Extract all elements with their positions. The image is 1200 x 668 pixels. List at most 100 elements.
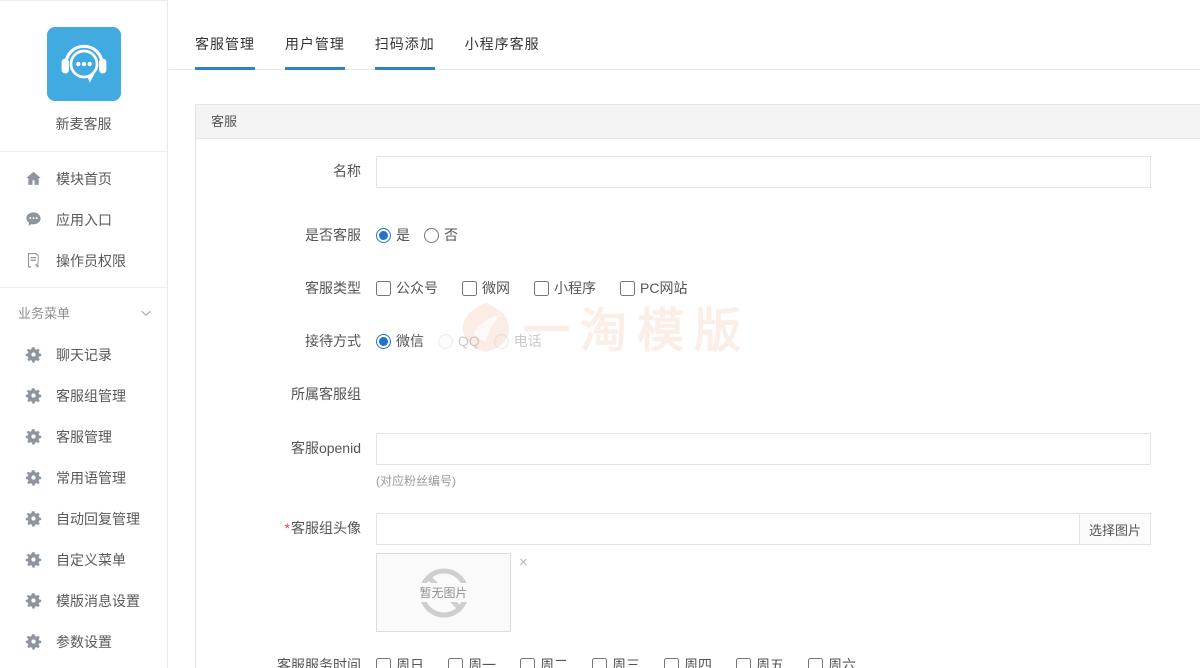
- sidebar-top-nav: 模块首页 应用入口 操作员权限: [0, 152, 167, 288]
- time-option-thursday[interactable]: 周四: [664, 655, 712, 668]
- openid-hint: (对应粉丝编号): [376, 472, 1200, 489]
- sidebar-item-operator-permissions[interactable]: 操作员权限: [0, 240, 167, 281]
- checkbox-miniprogram[interactable]: [534, 281, 549, 296]
- radio-no[interactable]: [424, 228, 439, 243]
- sidebar-item-fans-mgmt[interactable]: 粉丝管理: [0, 662, 167, 668]
- sidebar-item-common-phrases[interactable]: 常用语管理: [0, 457, 167, 498]
- sidebar-business-menu: 聊天记录 客服组管理 客服管理 常用语管理 自动回复管理 自定义菜单 模版消息设…: [0, 330, 167, 668]
- checkbox-pc-website[interactable]: [620, 281, 635, 296]
- sidebar-item-service-mgmt[interactable]: 客服管理: [0, 416, 167, 457]
- service-panel: 客服 名称 是否客服 是 否: [195, 104, 1200, 668]
- is-service-label: 是否客服: [196, 220, 376, 250]
- sidebar-item-label: 客服管理: [56, 427, 112, 447]
- gear-icon: [24, 550, 43, 569]
- checkbox-thursday[interactable]: [664, 658, 679, 668]
- type-option-microsite[interactable]: 微网: [462, 278, 510, 298]
- name-label: 名称: [196, 156, 376, 188]
- sidebar-section-label: 业务菜单: [18, 303, 70, 322]
- sidebar-item-template-message[interactable]: 模版消息设置: [0, 580, 167, 621]
- openid-label: 客服openid: [196, 433, 376, 489]
- avatar-label: *客服组头像: [196, 513, 376, 632]
- sidebar-item-service-group-mgmt[interactable]: 客服组管理: [0, 375, 167, 416]
- time-option-tuesday[interactable]: 周二: [520, 655, 568, 668]
- avatar-url-input[interactable]: [376, 513, 1079, 545]
- type-option-miniprogram[interactable]: 小程序: [534, 278, 596, 298]
- gear-icon: [24, 632, 43, 651]
- sidebar-item-custom-menu[interactable]: 自定义菜单: [0, 539, 167, 580]
- sidebar-item-label: 应用入口: [56, 210, 112, 230]
- service-type-label: 客服类型: [196, 273, 376, 303]
- gear-icon: [24, 468, 43, 487]
- checkbox-wednesday[interactable]: [592, 658, 607, 668]
- checkbox-saturday[interactable]: [808, 658, 823, 668]
- reception-option-wechat[interactable]: 微信: [376, 331, 424, 351]
- type-option-official-account[interactable]: 公众号: [376, 278, 438, 298]
- service-group-empty: [376, 379, 1200, 409]
- sidebar-item-label: 模块首页: [56, 169, 112, 189]
- sidebar-item-parameter-settings[interactable]: 参数设置: [0, 621, 167, 662]
- reception-mode-label: 接待方式: [196, 326, 376, 356]
- time-option-sunday[interactable]: 周日: [376, 655, 424, 668]
- reception-option-phone[interactable]: 电话: [494, 331, 542, 351]
- headset-chat-icon: [59, 39, 109, 89]
- form-row-reception-mode: 接待方式 微信 QQ 电话: [196, 326, 1200, 356]
- time-option-monday[interactable]: 周一: [448, 655, 496, 668]
- sidebar-item-module-home[interactable]: 模块首页: [0, 158, 167, 199]
- checkbox-tuesday[interactable]: [520, 658, 535, 668]
- sidebar-item-label: 参数设置: [56, 632, 112, 652]
- form-row-service-group: 所属客服组: [196, 379, 1200, 409]
- gear-icon: [24, 345, 43, 364]
- checkbox-microsite[interactable]: [462, 281, 477, 296]
- tab-miniprogram-service[interactable]: 小程序客服: [465, 34, 540, 70]
- service-time-label: 客服服务时间: [196, 650, 376, 668]
- sidebar-item-label: 常用语管理: [56, 468, 126, 488]
- tab-service-mgmt[interactable]: 客服管理: [195, 34, 255, 70]
- no-image-text: 暂无图片: [417, 583, 469, 602]
- openid-input[interactable]: [376, 433, 1151, 465]
- name-input[interactable]: [376, 156, 1151, 188]
- checkbox-friday[interactable]: [736, 658, 751, 668]
- required-asterisk: *: [285, 520, 290, 536]
- main-content: 客服管理 用户管理 扫码添加 小程序客服 客服 名称 是否客服 是: [169, 0, 1200, 668]
- sidebar-item-label: 自定义菜单: [56, 550, 126, 570]
- is-service-option-no[interactable]: 否: [424, 225, 458, 245]
- tab-bar: 客服管理 用户管理 扫码添加 小程序客服: [169, 0, 1200, 70]
- no-image-placeholder: 暂无图片: [376, 553, 511, 632]
- sidebar-item-auto-reply[interactable]: 自动回复管理: [0, 498, 167, 539]
- radio-yes[interactable]: [376, 228, 391, 243]
- sidebar-item-chat-history[interactable]: 聊天记录: [0, 334, 167, 375]
- form-row-is-service: 是否客服 是 否: [196, 220, 1200, 250]
- home-icon: [24, 169, 43, 188]
- reception-option-qq[interactable]: QQ: [438, 333, 480, 349]
- is-service-option-yes[interactable]: 是: [376, 225, 410, 245]
- remove-image-icon[interactable]: ×: [519, 555, 528, 570]
- time-option-wednesday[interactable]: 周三: [592, 655, 640, 668]
- service-group-label: 所属客服组: [196, 379, 376, 409]
- type-option-pc-website[interactable]: PC网站: [620, 278, 687, 298]
- app-logo: [47, 27, 121, 101]
- checkbox-sunday[interactable]: [376, 658, 391, 668]
- checkbox-official-account[interactable]: [376, 281, 391, 296]
- sidebar-item-label: 模版消息设置: [56, 591, 140, 611]
- tab-scan-add[interactable]: 扫码添加: [375, 34, 435, 70]
- checkbox-monday[interactable]: [448, 658, 463, 668]
- gear-icon: [24, 509, 43, 528]
- choose-image-button[interactable]: 选择图片: [1079, 513, 1151, 545]
- time-option-friday[interactable]: 周五: [736, 655, 784, 668]
- gear-icon: [24, 386, 43, 405]
- form-row-service-type: 客服类型 公众号 微网 小程序: [196, 273, 1200, 303]
- sidebar: 新麦客服 模块首页 应用入口 操作员权限 业务菜单: [0, 0, 168, 668]
- chevron-down-icon: [139, 306, 153, 320]
- radio-qq[interactable]: [438, 334, 453, 349]
- sidebar-item-app-entry[interactable]: 应用入口: [0, 199, 167, 240]
- radio-phone[interactable]: [494, 334, 509, 349]
- form-row-avatar: *客服组头像 选择图片 暂无图片: [196, 513, 1200, 632]
- time-option-saturday[interactable]: 周六: [808, 655, 856, 668]
- sidebar-section-business-menu[interactable]: 业务菜单: [0, 288, 167, 330]
- sidebar-item-label: 自动回复管理: [56, 509, 140, 529]
- app-title: 新麦客服: [0, 114, 167, 152]
- chat-icon: [24, 210, 43, 229]
- tab-user-mgmt[interactable]: 用户管理: [285, 34, 345, 70]
- radio-wechat[interactable]: [376, 334, 391, 349]
- sidebar-item-label: 操作员权限: [56, 251, 126, 271]
